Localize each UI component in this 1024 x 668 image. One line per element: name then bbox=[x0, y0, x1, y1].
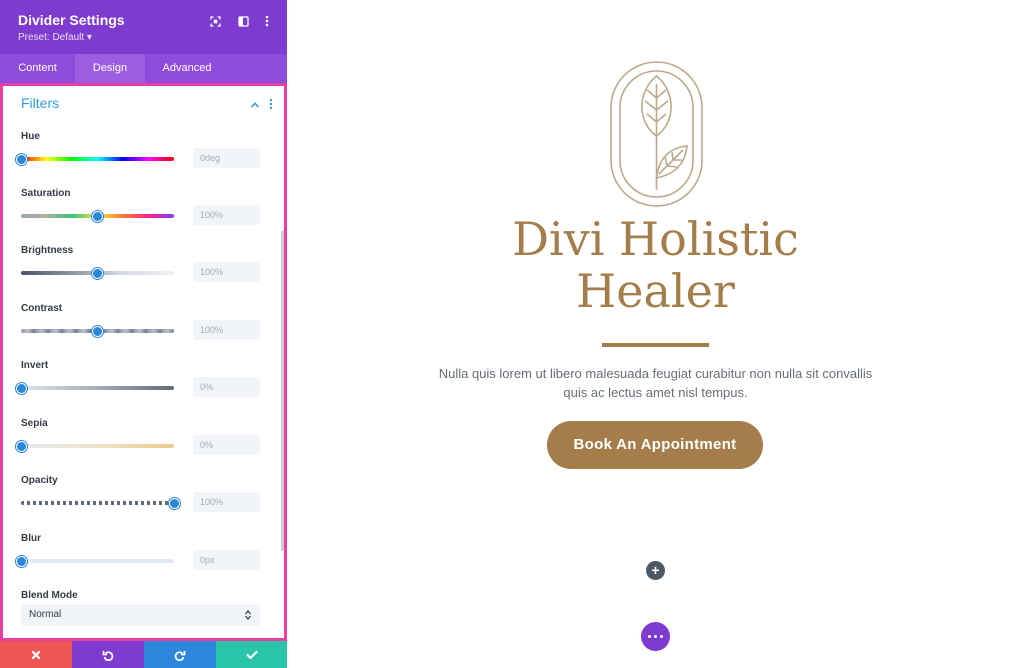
filter-label-saturation: Saturation bbox=[21, 188, 71, 199]
hero-title: Divi Holistic Healer bbox=[287, 213, 1024, 317]
brightness-value-input[interactable]: 100% bbox=[193, 262, 260, 282]
section-title[interactable]: Filters bbox=[21, 95, 59, 111]
app-root: Divider Settings Preset: Default ▾ Conte… bbox=[0, 0, 1024, 668]
filter-label-contrast: Contrast bbox=[21, 303, 63, 314]
filter-label-hue: Hue bbox=[21, 131, 40, 142]
opacity-slider-handle[interactable] bbox=[168, 498, 180, 509]
invert-value-input[interactable]: 0% bbox=[193, 377, 260, 397]
settings-tabs: Content Design Advanced bbox=[0, 54, 287, 83]
contrast-value-input[interactable]: 100% bbox=[193, 320, 260, 340]
divider-line[interactable] bbox=[602, 343, 709, 347]
sepia-value-input[interactable]: 0% bbox=[193, 435, 260, 455]
undo-icon bbox=[102, 650, 114, 661]
filter-label-opacity: Opacity bbox=[21, 475, 58, 486]
opacity-slider-track[interactable] bbox=[21, 501, 174, 505]
blur-slider-handle[interactable] bbox=[15, 556, 27, 567]
dot-icon bbox=[648, 635, 651, 638]
opacity-value-input[interactable]: 100% bbox=[193, 492, 260, 512]
undo-button[interactable] bbox=[72, 641, 144, 668]
saturation-slider-handle[interactable] bbox=[92, 211, 103, 222]
panel-scrollbar[interactable] bbox=[281, 231, 284, 551]
select-caret-icon bbox=[245, 609, 251, 621]
filter-label-sepia: Sepia bbox=[21, 418, 48, 429]
section-more-icon[interactable] bbox=[269, 98, 273, 110]
brightness-slider-handle[interactable] bbox=[92, 268, 103, 279]
check-icon bbox=[245, 650, 258, 659]
settings-panel: Divider Settings Preset: Default ▾ Conte… bbox=[0, 0, 287, 668]
filter-label-blend-mode: Blend Mode bbox=[21, 590, 78, 601]
redo-icon bbox=[174, 650, 186, 661]
filter-label-blur: Blur bbox=[21, 533, 41, 544]
dot-icon bbox=[654, 635, 657, 638]
hero-title-line-1: Divi Holistic bbox=[512, 212, 799, 266]
close-icon bbox=[31, 650, 41, 659]
filter-label-invert: Invert bbox=[21, 360, 49, 371]
redo-button[interactable] bbox=[144, 641, 216, 668]
page-settings-button[interactable] bbox=[641, 622, 670, 651]
book-appointment-button[interactable]: Book An Appointment bbox=[547, 421, 763, 469]
add-module-button[interactable]: + bbox=[646, 561, 665, 580]
page-canvas: Divi Holistic Healer Nulla quis lorem ut… bbox=[287, 0, 1024, 668]
invert-slider-handle[interactable] bbox=[15, 383, 27, 394]
hue-slider-handle[interactable] bbox=[15, 154, 27, 165]
sepia-slider-handle[interactable] bbox=[15, 441, 27, 452]
hero-description: Nulla quis lorem ut libero malesuada feu… bbox=[438, 366, 873, 400]
split-view-icon[interactable] bbox=[236, 14, 250, 28]
filter-label-brightness: Brightness bbox=[21, 245, 74, 256]
tab-design[interactable]: Design bbox=[75, 54, 145, 83]
tab-advanced[interactable]: Advanced bbox=[145, 54, 229, 83]
panel-title: Divider Settings bbox=[18, 12, 125, 28]
fullscreen-icon[interactable] bbox=[208, 14, 222, 28]
leaf-logo-icon bbox=[610, 61, 703, 207]
save-button[interactable] bbox=[216, 641, 287, 668]
contrast-slider-handle[interactable] bbox=[92, 326, 103, 337]
invert-slider-track[interactable] bbox=[21, 386, 174, 390]
filters-section: Filters Hue 0deg Saturation 100% Brightn… bbox=[0, 83, 287, 641]
panel-action-bar bbox=[0, 641, 287, 668]
blur-slider-track[interactable] bbox=[21, 559, 174, 563]
chevron-up-icon[interactable] bbox=[250, 100, 260, 110]
hero-title-line-2: Healer bbox=[576, 264, 735, 318]
hue-slider-track[interactable] bbox=[21, 157, 174, 161]
blur-value-input[interactable]: 0px bbox=[193, 550, 260, 570]
panel-header: Divider Settings Preset: Default ▾ bbox=[0, 0, 287, 54]
tab-content[interactable]: Content bbox=[0, 54, 75, 83]
sepia-slider-track[interactable] bbox=[21, 444, 174, 448]
blend-mode-select[interactable]: Normal bbox=[21, 604, 260, 626]
blend-mode-value: Normal bbox=[29, 609, 62, 620]
preset-selector[interactable]: Preset: Default ▾ bbox=[18, 32, 92, 43]
dot-icon bbox=[660, 635, 663, 638]
discard-button[interactable] bbox=[0, 641, 72, 668]
more-vertical-icon[interactable] bbox=[260, 14, 274, 28]
hue-value-input[interactable]: 0deg bbox=[193, 148, 260, 168]
saturation-value-input[interactable]: 100% bbox=[193, 205, 260, 225]
